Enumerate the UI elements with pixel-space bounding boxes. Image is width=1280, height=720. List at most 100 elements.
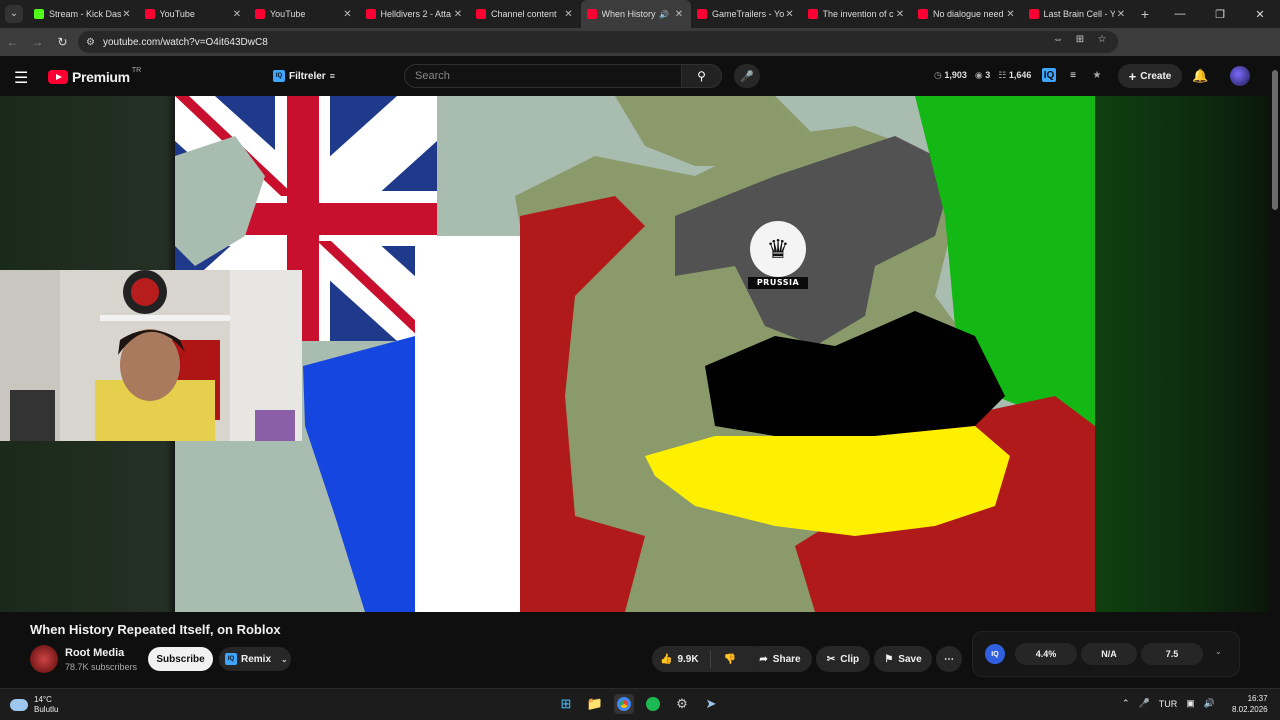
- account-avatar[interactable]: [1230, 66, 1250, 86]
- page-scrollbar[interactable]: [1270, 60, 1280, 692]
- browser-tab[interactable]: YouTube ✕: [249, 0, 360, 28]
- subscribe-button[interactable]: Subscribe: [148, 647, 213, 671]
- browser-tab[interactable]: GameTrailers - Yo ✕: [691, 0, 802, 28]
- list-icon[interactable]: ≡: [1066, 68, 1080, 82]
- subscriber-count: 78.7K subscribers: [65, 662, 138, 672]
- stat-eye: 3: [985, 70, 991, 80]
- youtube-play-icon: [48, 70, 68, 84]
- tab-title: When History: [601, 9, 656, 19]
- file-explorer-icon[interactable]: 📁: [585, 694, 605, 714]
- youtube-logo[interactable]: Premium TR: [48, 67, 141, 85]
- trophy-icon[interactable]: ★: [1090, 68, 1104, 82]
- search-input[interactable]: Search: [404, 64, 682, 88]
- weather-condition: Bulutlu: [34, 705, 59, 714]
- video-title: When History Repeated Itself, on Roblox: [30, 622, 281, 637]
- filter-button[interactable]: IQ Filtreler ≡: [273, 66, 335, 86]
- create-label: Create: [1140, 70, 1172, 82]
- browser-tab[interactable]: Helldivers 2 - Atta ✕: [360, 0, 471, 28]
- browser-tab[interactable]: No dialogue need ✕: [912, 0, 1023, 28]
- chrome-icon[interactable]: [614, 694, 634, 714]
- tab-search-button[interactable]: ⌄: [0, 0, 28, 28]
- more-actions-button[interactable]: ⋯: [936, 646, 962, 672]
- header-stats: ◷ 1,903 ◉ 3 ☷ 1,646: [934, 70, 1031, 81]
- audio-playing-icon[interactable]: 🔊: [659, 10, 669, 19]
- close-tab-icon[interactable]: ✕: [784, 9, 796, 20]
- channel-name[interactable]: Root Media: [65, 647, 124, 659]
- install-icon[interactable]: ⊞: [1072, 34, 1088, 45]
- close-tab-icon[interactable]: ✕: [231, 9, 243, 20]
- iq-logo-icon: IQ: [985, 644, 1005, 664]
- close-tab-icon[interactable]: ✕: [452, 9, 464, 20]
- translate-icon[interactable]: ⇔: [1050, 34, 1066, 45]
- back-button[interactable]: ←: [0, 35, 25, 49]
- chevron-up-icon[interactable]: ⌃: [1122, 698, 1130, 709]
- share-button[interactable]: ➦ Share: [748, 646, 812, 672]
- thumbs-down-icon[interactable]: 👎: [724, 654, 736, 665]
- network-icon[interactable]: ▣: [1186, 698, 1195, 709]
- reload-button[interactable]: ↻: [50, 35, 75, 49]
- volume-icon[interactable]: 🔊: [1204, 698, 1215, 709]
- site-info-icon[interactable]: ⚙: [86, 37, 95, 48]
- omnibox[interactable]: ⚙ youtube.com/watch?v=O4it643DwC8 ⇔ ⊞ ☆: [78, 31, 1118, 53]
- window-controls: — ❐ ✕: [1160, 0, 1280, 28]
- language-indicator[interactable]: TUR: [1159, 699, 1178, 709]
- close-tab-icon[interactable]: ✕: [563, 9, 575, 20]
- close-tab-icon[interactable]: ✕: [1115, 9, 1127, 20]
- browser-tab[interactable]: When History 🔊 ✕: [580, 0, 691, 28]
- weather-widget[interactable]: 14°C Bulutlu: [10, 695, 58, 715]
- remix-button[interactable]: IQ Remix ⌄: [219, 647, 291, 671]
- share-label: Share: [772, 653, 801, 665]
- search-button[interactable]: ⚲: [682, 64, 722, 88]
- iq-header-icon[interactable]: IQ: [1042, 68, 1056, 82]
- bookmark-star-icon[interactable]: ☆: [1094, 34, 1110, 45]
- browser-tab[interactable]: YouTube ✕: [139, 0, 250, 28]
- scrollbar-thumb[interactable]: [1272, 70, 1278, 210]
- kick-icon: [34, 9, 44, 19]
- hamburger-menu-icon[interactable]: ☰: [14, 68, 28, 88]
- microphone-tray-icon[interactable]: 🎤: [1139, 698, 1150, 709]
- close-tab-icon[interactable]: ✕: [1005, 9, 1017, 20]
- video-player[interactable]: ♛ PRUSSIA: [175, 96, 1095, 612]
- filter-label: Filtreler: [289, 70, 326, 82]
- youtube-icon: [807, 9, 818, 19]
- like-count[interactable]: 9.9K: [677, 654, 698, 665]
- close-tab-icon[interactable]: ✕: [894, 9, 906, 20]
- save-button[interactable]: ⚑ Save: [874, 646, 932, 672]
- close-tab-icon[interactable]: ✕: [121, 9, 133, 20]
- clip-button[interactable]: ✂ Clip: [816, 646, 870, 672]
- close-tab-icon[interactable]: ✕: [342, 9, 354, 20]
- windows-start-icon[interactable]: ⊞: [556, 694, 576, 714]
- eye-icon: ◉: [974, 70, 983, 80]
- player-ambient-right: [1095, 96, 1280, 612]
- browser-tab[interactable]: Channel content ✕: [470, 0, 581, 28]
- notifications-bell-icon[interactable]: 🔔: [1192, 68, 1208, 84]
- browser-tab[interactable]: Stream - Kick Dash ✕: [28, 0, 139, 28]
- browser-tab[interactable]: Last Brain Cell - Y ✕: [1023, 0, 1134, 28]
- iq-icon: IQ: [225, 653, 237, 665]
- maximize-button[interactable]: ❐: [1200, 0, 1240, 28]
- chevron-down-icon[interactable]: ⌄: [1215, 647, 1222, 656]
- voice-search-button[interactable]: 🎤: [734, 64, 760, 88]
- new-tab-button[interactable]: +: [1133, 6, 1157, 22]
- close-window-button[interactable]: ✕: [1240, 0, 1280, 28]
- minimize-button[interactable]: —: [1160, 0, 1200, 28]
- browser-tab[interactable]: The invention of c ✕: [802, 0, 913, 28]
- forward-button[interactable]: →: [25, 35, 50, 49]
- system-clock[interactable]: 16:37 8.02.2026: [1232, 693, 1268, 715]
- channel-avatar[interactable]: [30, 645, 58, 673]
- thumbs-up-icon[interactable]: 👍: [660, 654, 672, 665]
- clock-time: 16:37: [1247, 694, 1268, 703]
- cloud-icon: [10, 699, 28, 711]
- youtube-icon: [365, 9, 376, 19]
- create-button[interactable]: + Create: [1118, 64, 1182, 88]
- close-tab-icon[interactable]: ✕: [673, 9, 685, 20]
- steam-icon[interactable]: ➤: [701, 694, 721, 714]
- iq-icon: IQ: [273, 70, 285, 82]
- url-text[interactable]: youtube.com/watch?v=O4it643DwC8: [103, 37, 268, 48]
- tab-title: YouTube: [270, 9, 306, 19]
- spotify-icon[interactable]: [643, 694, 663, 714]
- tab-title: Stream - Kick Dash: [49, 9, 121, 19]
- settings-icon[interactable]: ⚙: [672, 694, 692, 714]
- stat-other: 1,646: [1008, 70, 1032, 80]
- clip-label: Clip: [840, 653, 860, 665]
